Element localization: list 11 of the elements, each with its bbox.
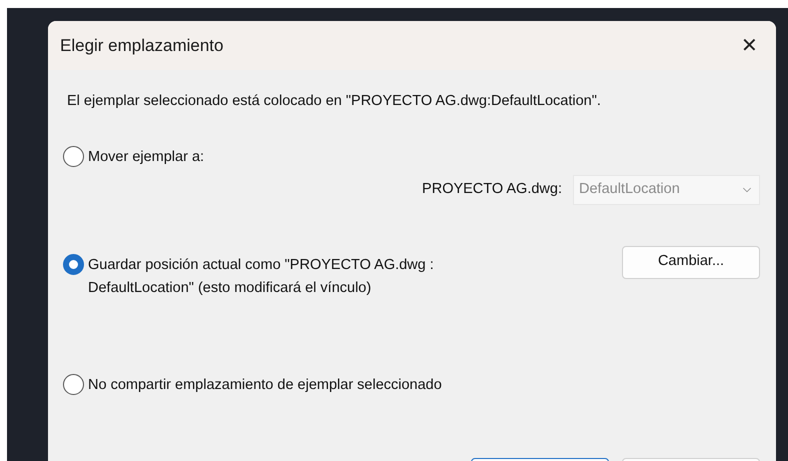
message-text: El ejemplar seleccionado está colocado en "PROYECTO AG.dwg:DefaultLocation". — [67, 92, 602, 111]
close-button[interactable]: ✕ — [737, 36, 762, 56]
radio-button[interactable] — [63, 374, 84, 395]
window-title: Elegir emplazamiento — [60, 34, 224, 57]
file-label: PROYECTO AG.dwg: — [422, 180, 562, 199]
radio-button[interactable] — [63, 146, 84, 167]
radio-button[interactable] — [63, 254, 84, 275]
option-label[interactable]: No compartir emplazamiento de ejemplar seleccionado — [88, 374, 442, 397]
option-label[interactable]: Mover ejemplar a: — [88, 146, 204, 169]
change-button[interactable]: Cambiar... — [622, 246, 760, 279]
option-label[interactable]: Guardar posición actual como "PROYECTO AG.dwg : DefaultLocation" (esto modificará el vínculo) — [88, 254, 508, 300]
